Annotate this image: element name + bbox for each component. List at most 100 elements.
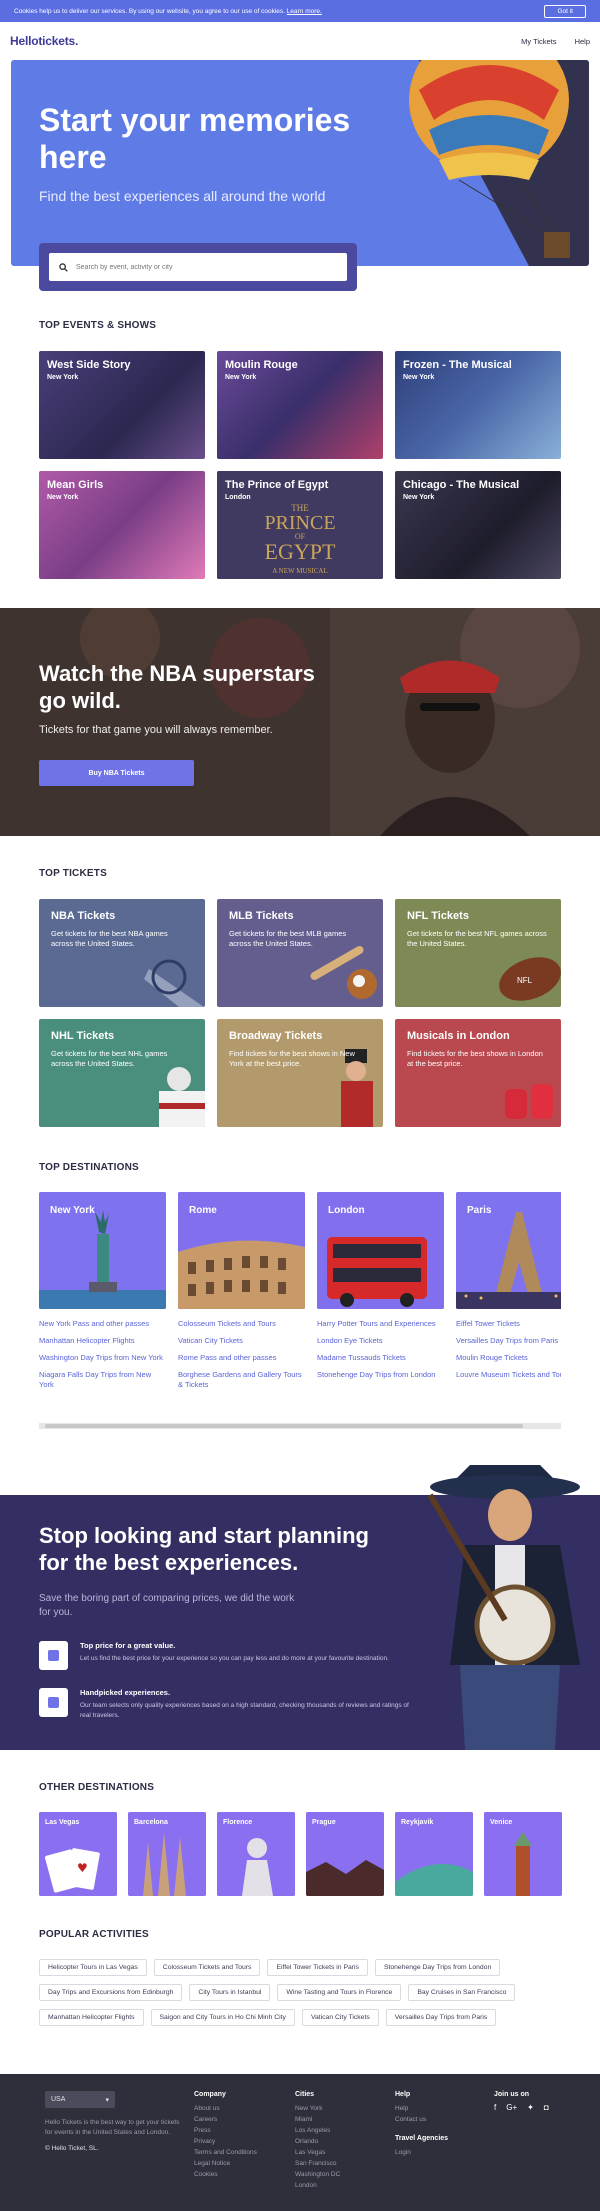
activity-pill[interactable]: Stonehenge Day Trips from London <box>374 1959 501 1976</box>
ticket-card-nba[interactable]: NBA Tickets Get tickets for the best NBA… <box>39 899 205 1007</box>
other-destination-prague[interactable]: Prague <box>306 1812 384 1896</box>
destinations-scrollbar[interactable] <box>39 1423 561 1429</box>
other-destination-reykjavik[interactable]: Reykjavik <box>395 1812 473 1896</box>
footer-link[interactable]: Washington DC <box>295 2169 340 2180</box>
other-destination-venice[interactable]: Venice <box>484 1812 562 1896</box>
other-destination-name: Venice <box>490 1819 513 1826</box>
destination-link[interactable]: New York Pass and other passes <box>39 1319 166 1329</box>
event-card-moulin-rouge[interactable]: Moulin Rouge New York <box>217 351 383 459</box>
cookie-accept-button[interactable]: Got it <box>544 4 586 18</box>
buy-nba-tickets-button[interactable]: Buy NBA Tickets <box>39 760 194 786</box>
activity-pill[interactable]: Eiffel Tower Tickets in Paris <box>267 1959 368 1976</box>
footer-link[interactable]: Cookies <box>194 2169 257 2180</box>
destination-card[interactable]: Rome <box>178 1192 305 1309</box>
hot-air-balloon-image <box>379 60 589 266</box>
cookie-learn-more-link[interactable]: Learn more. <box>287 8 322 15</box>
destination-link[interactable]: Versailles Day Trips from Paris <box>456 1336 561 1346</box>
activity-pill[interactable]: Manhattan Helicopter Flights <box>39 2009 144 2026</box>
event-title: Chicago - The Musical <box>403 479 520 491</box>
destination-link[interactable]: London Eye Tickets <box>317 1336 444 1346</box>
search-box[interactable] <box>49 253 347 281</box>
footer-link[interactable]: Orlando <box>295 2136 340 2147</box>
footer-column-title: Join us on <box>494 2091 529 2098</box>
scrollbar-thumb[interactable] <box>45 1424 523 1428</box>
planning-subtitle: Save the boring part of comparing prices… <box>39 1593 295 1618</box>
footer-link[interactable]: Los Angeles <box>295 2125 340 2136</box>
destination-link[interactable]: Stonehenge Day Trips from London <box>317 1370 444 1380</box>
destination-link[interactable]: Borghese Gardens and Gallery Tours & Tic… <box>178 1370 305 1390</box>
footer-link[interactable]: Login <box>395 2147 448 2158</box>
destination-card[interactable]: Paris <box>456 1192 561 1309</box>
other-destination-name: Reykjavik <box>401 1819 434 1826</box>
event-card-frozen[interactable]: Frozen - The Musical New York <box>395 351 561 459</box>
destination-link[interactable]: Eiffel Tower Tickets <box>456 1319 561 1329</box>
footer-link[interactable]: London <box>295 2180 340 2191</box>
destination-link[interactable]: Vatican City Tickets <box>178 1336 305 1346</box>
destination-link[interactable]: Rome Pass and other passes <box>178 1353 305 1363</box>
activity-pill[interactable]: Wine Tasting and Tours in Florence <box>277 1984 402 2001</box>
ticket-card-broadway[interactable]: Broadway Tickets Find tickets for the be… <box>217 1019 383 1127</box>
ticket-card-nfl[interactable]: NFL NFL Tickets Get tickets for the best… <box>395 899 561 1007</box>
footer-link[interactable]: Miami <box>295 2114 340 2125</box>
footer-company-column: Company About us Careers Press Privacy T… <box>194 2091 257 2180</box>
footer-link[interactable]: Privacy <box>194 2136 257 2147</box>
help-link[interactable]: Help <box>575 37 590 46</box>
ticket-title: Broadway Tickets <box>229 1030 323 1042</box>
other-destination-name: Florence <box>223 1819 253 1826</box>
footer-link[interactable]: Las Vegas <box>295 2147 340 2158</box>
ticket-card-nhl[interactable]: NHL Tickets Get tickets for the best NHL… <box>39 1019 205 1127</box>
destination-card[interactable]: London <box>317 1192 444 1309</box>
ticket-card-mlb[interactable]: MLB Tickets Get tickets for the best MLB… <box>217 899 383 1007</box>
activity-pill[interactable]: Vatican City Tickets <box>301 2009 379 2026</box>
twitter-icon[interactable]: ✦ <box>527 2103 534 2112</box>
destination-card[interactable]: New York <box>39 1192 166 1309</box>
footer-link[interactable]: About us <box>194 2103 257 2114</box>
footer-link[interactable]: New York <box>295 2103 340 2114</box>
search-input[interactable] <box>76 263 326 271</box>
destination-links: New York Pass and other passes Manhattan… <box>39 1319 166 1390</box>
activity-pill[interactable]: City Tours in Istanbul <box>189 1984 271 2001</box>
destination-link[interactable]: Washington Day Trips from New York <box>39 1353 166 1363</box>
activity-pill[interactable]: Bay Cruises in San Francisco <box>408 1984 516 2001</box>
footer-link[interactable]: Legal Notice <box>194 2158 257 2169</box>
google-plus-icon[interactable]: G+ <box>506 2103 517 2112</box>
destination-link[interactable]: Madame Tussauds Tickets <box>317 1353 444 1363</box>
footer-column-title: Help <box>395 2091 411 2098</box>
activity-pill[interactable]: Versailles Day Trips from Paris <box>385 2009 497 2026</box>
other-destinations-grid: ♥ Las Vegas Barcelona Florence Prague Re… <box>39 1812 562 1896</box>
ticket-title: NBA Tickets <box>51 910 116 922</box>
logo[interactable]: Hellotickets. <box>10 34 78 48</box>
event-card-prince-of-egypt[interactable]: THE PRINCE OF EGYPT A NEW MUSICAL The Pr… <box>217 471 383 579</box>
activity-pill[interactable]: Helicopter Tours in Las Vegas <box>39 1959 147 1976</box>
footer-link[interactable]: Careers <box>194 2114 257 2125</box>
other-destination-barcelona[interactable]: Barcelona <box>128 1812 206 1896</box>
destination-link[interactable]: Harry Potter Tours and Experiences <box>317 1319 444 1329</box>
destinations-carousel[interactable]: New York New York Pass and other passes … <box>39 1192 561 1427</box>
instagram-icon[interactable]: ◘ <box>544 2103 549 2112</box>
event-card-chicago[interactable]: Chicago - The Musical New York <box>395 471 561 579</box>
destination-link[interactable]: Niagara Falls Day Trips from New York <box>39 1370 166 1390</box>
country-select[interactable]: USA ▾ <box>45 2091 115 2108</box>
destination-link[interactable]: Colosseum Tickets and Tours <box>178 1319 305 1329</box>
my-tickets-link[interactable]: My Tickets <box>521 37 556 46</box>
ticket-card-musicals-london[interactable]: Musicals in London Find tickets for the … <box>395 1019 561 1127</box>
other-destination-las-vegas[interactable]: ♥ Las Vegas <box>39 1812 117 1896</box>
other-destination-florence[interactable]: Florence <box>217 1812 295 1896</box>
poster-subtitle: A NEW MUSICAL <box>272 567 327 575</box>
destination-link[interactable]: Manhattan Helicopter Flights <box>39 1336 166 1346</box>
footer-link[interactable]: Terms and Conditions <box>194 2147 257 2158</box>
activity-pill[interactable]: Day Trips and Excursions from Edinburgh <box>39 1984 183 2001</box>
footer-link[interactable]: Press <box>194 2125 257 2136</box>
handpicked-icon <box>39 1688 68 1717</box>
ticket-desc: Get tickets for the best NBA games acros… <box>51 929 168 948</box>
destination-link[interactable]: Moulin Rouge Tickets <box>456 1353 561 1363</box>
activity-pill[interactable]: Colosseum Tickets and Tours <box>153 1959 261 1976</box>
destination-link[interactable]: Louvre Museum Tickets and Tours <box>456 1370 561 1380</box>
event-card-west-side-story[interactable]: West Side Story New York <box>39 351 205 459</box>
footer-link[interactable]: Contact us <box>395 2114 448 2125</box>
facebook-icon[interactable]: f <box>494 2103 496 2112</box>
footer-link[interactable]: Help <box>395 2103 448 2114</box>
footer-link[interactable]: San Francisco <box>295 2158 340 2169</box>
event-card-mean-girls[interactable]: Mean Girls New York <box>39 471 205 579</box>
activity-pill[interactable]: Saigon and City Tours in Ho Chi Minh Cit… <box>150 2009 295 2026</box>
